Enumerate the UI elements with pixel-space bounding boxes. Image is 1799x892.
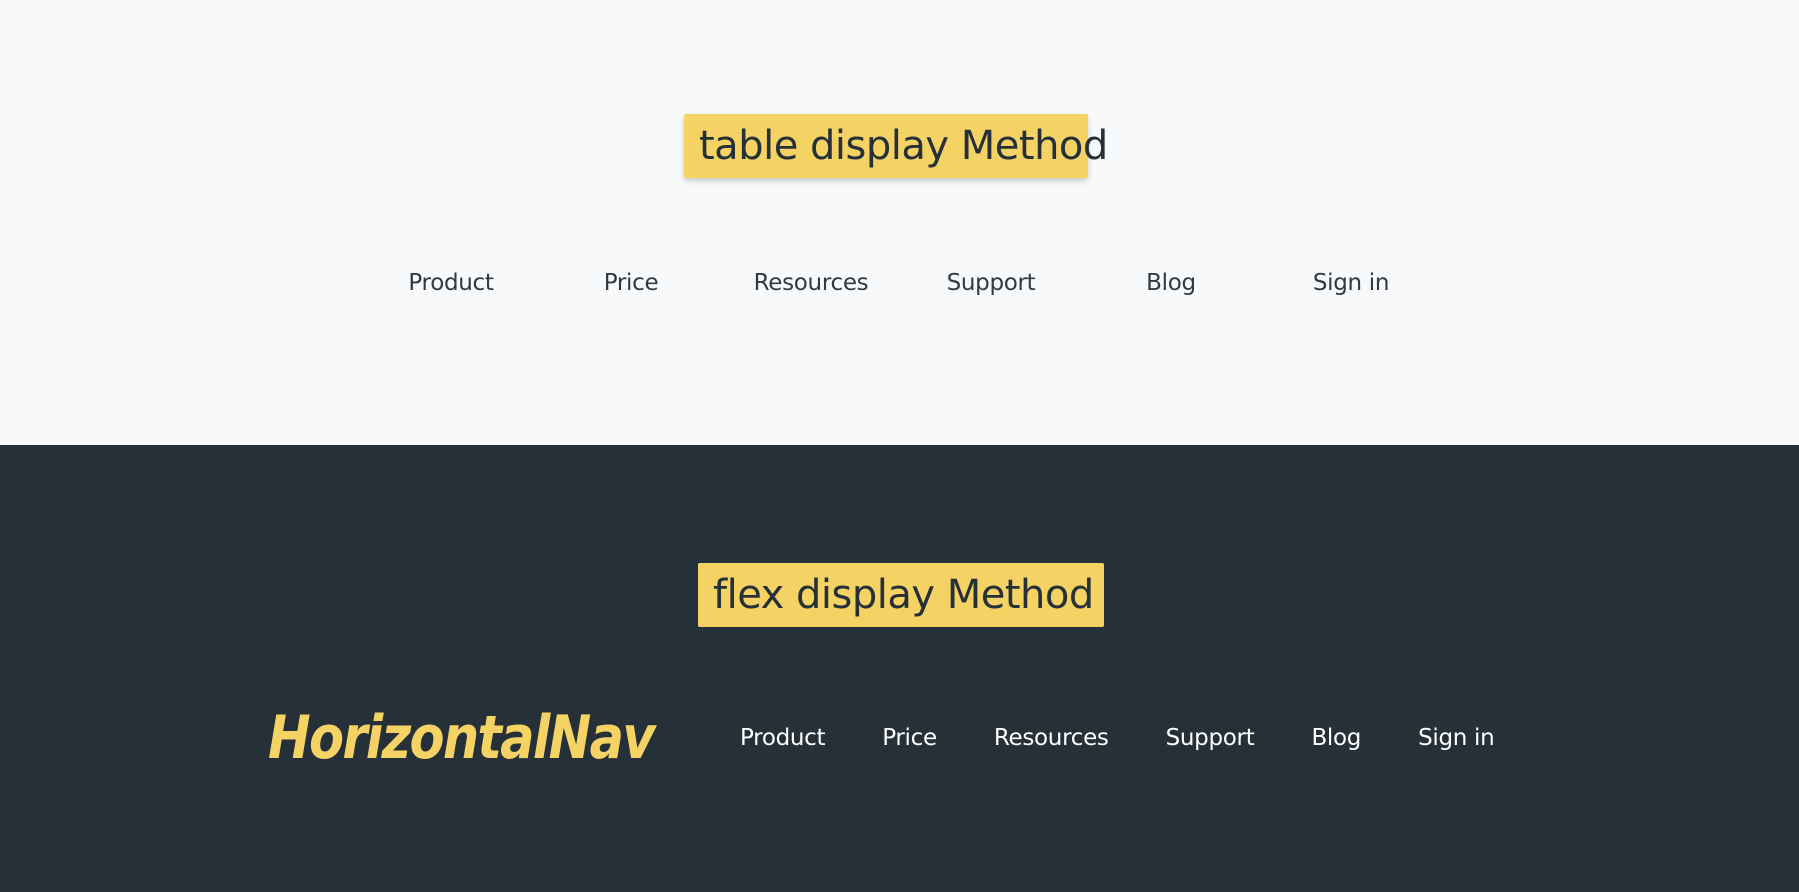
table-nav-support[interactable]: Support [901, 270, 1081, 296]
table-display-section: table display Method Product Price Resou… [0, 0, 1799, 445]
table-method-title: table display Method [684, 114, 1108, 178]
flex-nav-product[interactable]: Product [740, 725, 826, 751]
flex-nav-price[interactable]: Price [882, 725, 937, 751]
table-nav-product[interactable]: Product [361, 270, 541, 296]
flex-nav-sign-in[interactable]: Sign in [1418, 725, 1495, 751]
flex-display-section: flex display Method HorizontalNav Produc… [0, 445, 1799, 892]
flex-method-title: flex display Method [698, 563, 1104, 627]
table-nav-resources[interactable]: Resources [721, 270, 901, 296]
flex-nav: Product Price Resources Support Blog Sig… [740, 725, 1495, 751]
table-nav-blog[interactable]: Blog [1081, 270, 1261, 296]
flex-nav-resources[interactable]: Resources [994, 725, 1109, 751]
flex-nav-blog[interactable]: Blog [1311, 725, 1361, 751]
table-nav-price[interactable]: Price [541, 270, 721, 296]
flex-nav-support[interactable]: Support [1166, 725, 1255, 751]
flex-navbar: HorizontalNav Product Price Resources Su… [268, 703, 1538, 773]
table-nav-sign-in[interactable]: Sign in [1261, 270, 1441, 296]
table-nav: Product Price Resources Support Blog Sig… [361, 270, 1441, 296]
logo[interactable]: HorizontalNav [268, 703, 676, 773]
